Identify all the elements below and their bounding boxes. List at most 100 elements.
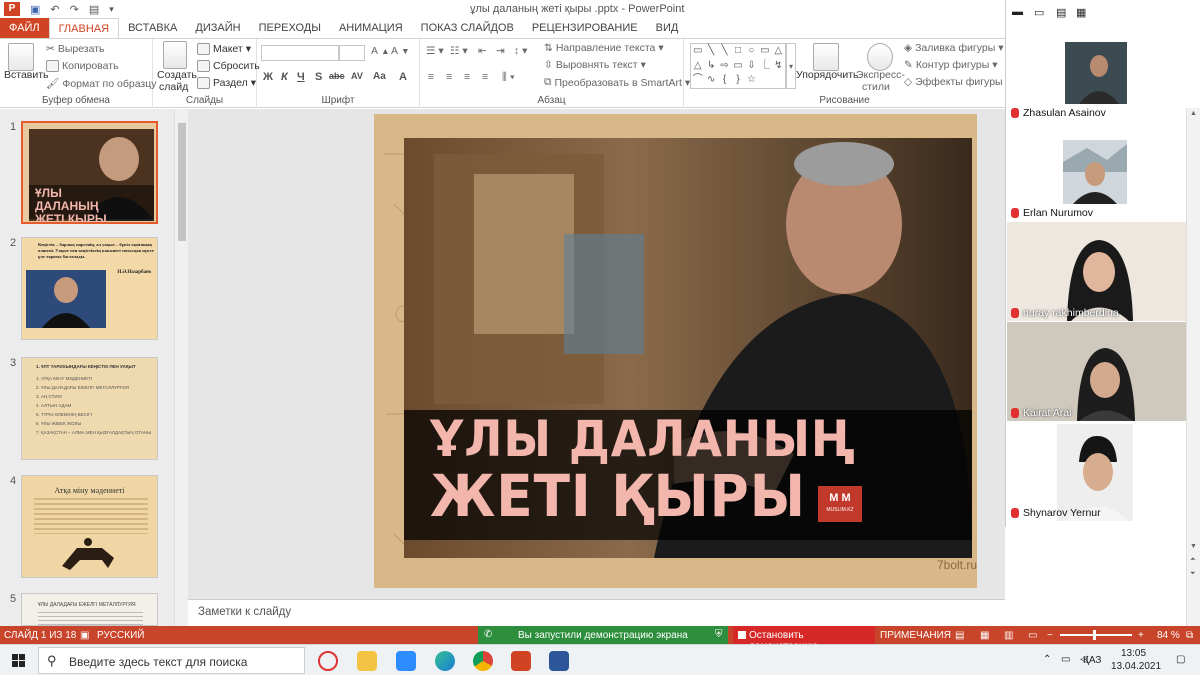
shape-down-arrow-icon[interactable]: ⇩ xyxy=(745,59,758,74)
shape-callout-icon[interactable]: ▭ xyxy=(731,59,744,74)
participant-tile[interactable]: Zhasulan Asainov xyxy=(1007,22,1186,121)
slide-sorter-icon[interactable]: ▦ xyxy=(980,630,989,641)
zoom-slider[interactable] xyxy=(1060,634,1132,636)
smartart-button[interactable]: ⧉ Преобразовать в SmartArt ▾ xyxy=(544,76,690,89)
decrease-indent-button[interactable]: ⇤ xyxy=(478,45,487,57)
windows-start-icon[interactable] xyxy=(12,654,25,667)
shape-fill-button[interactable]: ◈ Заливка фигуры ▾ xyxy=(904,42,1004,54)
stop-share-button[interactable]: Остановить демонстрацию xyxy=(733,626,875,652)
tab-insert[interactable]: ВСТАВКА xyxy=(119,18,186,38)
shape-arc-icon[interactable]: ⌒ xyxy=(691,73,704,88)
shape-left-brace-icon[interactable]: { xyxy=(718,73,731,88)
scroll-down-icon[interactable]: ▼ xyxy=(1190,543,1197,550)
shape-outline-button[interactable]: ✎ Контур фигуры ▾ xyxy=(904,59,998,71)
align-center-button[interactable]: ≡ xyxy=(446,71,452,83)
network-icon[interactable]: ▭ xyxy=(1061,654,1070,665)
justify-button[interactable]: ≡ xyxy=(482,71,488,83)
powerpoint-taskbar-icon[interactable] xyxy=(511,651,531,671)
paste-button[interactable]: Вставить xyxy=(4,69,49,81)
slideshow-icon[interactable]: ▭ xyxy=(1028,630,1037,641)
format-painter-button[interactable]: 🖌 Формат по образцу xyxy=(46,77,157,91)
notes-toggle-button[interactable]: ПРИМЕЧАНИЯ xyxy=(880,630,951,641)
slide-title-line-1[interactable]: ҰЛЫ ДАЛАНЫҢ xyxy=(430,412,856,466)
shape-effects-button[interactable]: ◇Эффекты фигуры ▾ xyxy=(904,76,1011,88)
italic-button[interactable]: К xyxy=(281,71,288,83)
shape-rounded-rect-icon[interactable]: ▭ xyxy=(758,44,771,59)
section-button[interactable]: Раздел ▾ xyxy=(197,77,256,89)
slide-thumbnail-1[interactable]: ҰЛЫ ДАЛАНЫҢ ЖЕТІ ҚЫРЫ xyxy=(21,121,158,224)
taskbar-search-box[interactable]: ⚲ Введите здесь текст для поиска xyxy=(38,647,305,674)
zoom-out-icon[interactable]: − xyxy=(1047,630,1053,641)
file-explorer-icon[interactable] xyxy=(357,651,377,671)
minimize-icon[interactable]: ▬ xyxy=(1012,6,1023,18)
zoom-app-icon[interactable] xyxy=(396,651,416,671)
slide-thumbnail-2[interactable]: Кеңістік – барлық нарсенің, ал уақыт – б… xyxy=(21,237,158,340)
clock-date[interactable]: 13.04.2021 xyxy=(1111,661,1161,672)
change-case-button[interactable]: Aa xyxy=(373,71,386,82)
save-icon[interactable]: ▣ xyxy=(30,3,40,16)
slide-title-line-2[interactable]: ЖЕТІ ҚЫРЫ xyxy=(430,466,806,526)
cut-button[interactable]: ✂ Вырезать xyxy=(46,43,105,55)
shape-triangle-icon[interactable]: △ xyxy=(772,44,785,59)
reading-view-icon[interactable]: ▥ xyxy=(1004,630,1013,641)
customize-quick-access-icon[interactable]: ▾ xyxy=(109,4,114,15)
keyboard-language[interactable]: ҚАЗ xyxy=(1083,655,1101,666)
gallery-view-icon[interactable]: ▦ xyxy=(1076,6,1086,19)
text-direction-button[interactable]: ⇅ Направление текста ▾ xyxy=(544,42,664,54)
copy-button[interactable]: Копировать xyxy=(46,60,119,72)
shape-right-brace-icon[interactable]: } xyxy=(731,73,744,88)
notifications-icon[interactable]: ▢ xyxy=(1176,654,1185,665)
grow-font-button[interactable]: A ▲ xyxy=(371,45,390,57)
layout-button[interactable]: Макет ▾ xyxy=(197,43,251,55)
tab-file[interactable]: ФАЙЛ xyxy=(0,18,49,38)
edge-browser-icon[interactable] xyxy=(435,651,455,671)
reset-button[interactable]: Сбросить xyxy=(197,60,260,72)
underline-button[interactable]: Ч xyxy=(297,71,305,83)
shape-connector-icon[interactable]: ↳ xyxy=(704,59,717,74)
font-size-combo[interactable] xyxy=(339,45,365,61)
slide-thumbnail-4[interactable]: Атқа міну мәдениеті xyxy=(21,475,158,578)
char-spacing-button[interactable]: AV xyxy=(351,71,363,81)
increase-indent-button[interactable]: ⇥ xyxy=(496,45,505,57)
shape-oval-icon[interactable]: ○ xyxy=(745,44,758,59)
bullets-button[interactable]: ☰ ▾ xyxy=(426,45,444,57)
prev-slide-icon[interactable]: ⏶ xyxy=(1190,556,1196,564)
undo-icon[interactable]: ↶ xyxy=(50,3,59,16)
tab-design[interactable]: ДИЗАЙН xyxy=(186,18,249,38)
notes-pane[interactable]: Заметки к слайду xyxy=(188,599,1005,626)
align-text-button[interactable]: ⇳ Выровнять текст ▾ xyxy=(544,59,646,71)
align-left-button[interactable]: ≡ xyxy=(428,71,434,83)
participant-tile[interactable]: Erlan Nurumov xyxy=(1007,122,1186,221)
thumbnail-scrollbar[interactable] xyxy=(174,109,188,626)
shape-lightning-icon[interactable]: ↯ xyxy=(772,59,785,74)
record-app-icon[interactable] xyxy=(318,651,338,671)
zoom-slider-thumb[interactable] xyxy=(1093,630,1096,640)
slide-thumbnail-5[interactable]: ҰЛЫ ДАЛАДАҒЫ ЕЖЕЛГІ МЕТАЛЛУРГИЯ xyxy=(21,593,158,626)
shape-star-icon[interactable]: ☆ xyxy=(745,73,758,88)
zoom-in-icon[interactable]: + xyxy=(1138,630,1144,641)
participant-tile[interactable]: Kairat Arai xyxy=(1007,322,1186,421)
new-slide-icon[interactable] xyxy=(163,41,187,69)
normal-view-icon[interactable]: ▤ xyxy=(955,630,964,641)
language-indicator[interactable]: РУССКИЙ xyxy=(97,630,144,641)
shrink-font-button[interactable]: A ▼ xyxy=(391,45,410,57)
quick-styles-icon[interactable] xyxy=(867,43,893,71)
participant-tile[interactable]: Shynarov Yernur xyxy=(1007,422,1186,521)
new-slide-button[interactable]: Создать xyxy=(157,69,197,81)
shape-arrow-line-icon[interactable]: ╲ xyxy=(718,44,731,59)
shape-right-triangle-icon[interactable]: △ xyxy=(691,59,704,74)
tab-review[interactable]: РЕЦЕНЗИРОВАНИЕ xyxy=(523,18,647,38)
shape-square-icon[interactable]: □ xyxy=(731,44,744,59)
chrome-browser-icon[interactable] xyxy=(473,651,493,671)
font-name-combo[interactable] xyxy=(261,45,339,61)
strikethrough-button[interactable]: abc xyxy=(329,71,345,81)
participant-tile[interactable]: nuray rakhimberdina xyxy=(1007,222,1186,321)
tab-animations[interactable]: АНИМАЦИЯ xyxy=(330,18,412,38)
tray-chevron-icon[interactable]: ⌃ xyxy=(1043,654,1051,665)
shape-elbow-icon[interactable]: ⎿ xyxy=(758,59,771,74)
current-slide[interactable]: ҰЛЫ ДАЛАНЫҢ ЖЕТІ ҚЫРЫ M M MUSLIM.KZ 7bol… xyxy=(374,114,977,588)
present-icon[interactable]: ▤ xyxy=(89,3,99,16)
clock-time[interactable]: 13:05 xyxy=(1121,648,1146,659)
scroll-up-icon[interactable]: ▲ xyxy=(1190,110,1197,117)
new-slide-button-line2[interactable]: слайд xyxy=(159,81,188,93)
